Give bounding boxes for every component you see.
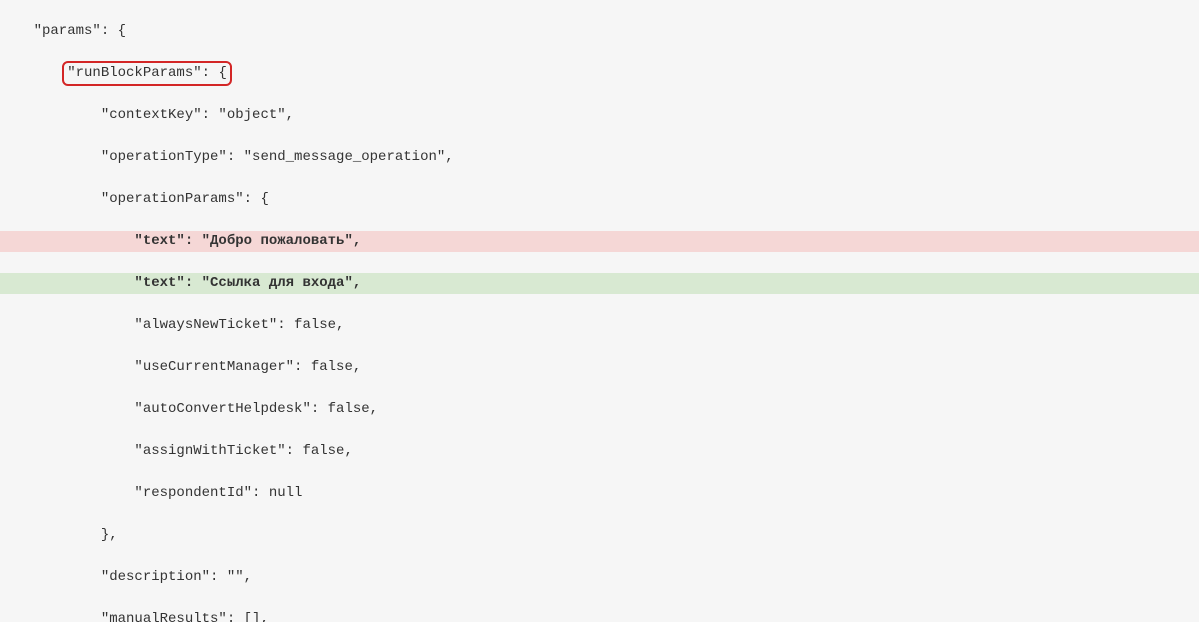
line-operationtype: "operationType": "send_message_operation… xyxy=(0,147,1199,168)
line-params: "params": { xyxy=(0,21,1199,42)
line-autoconverthelpdesk: "autoConvertHelpdesk": false, xyxy=(0,399,1199,420)
line-contextkey: "contextKey": "object", xyxy=(0,105,1199,126)
json-diff-code: "params": { "runBlockParams": { "context… xyxy=(0,0,1199,622)
line-text-added: "text": "Ссылка для входа", xyxy=(0,273,1199,294)
line-respondentid: "respondentId": null xyxy=(0,483,1199,504)
line-runblockparams: "runBlockParams": { xyxy=(0,63,1199,84)
line-manualresults: "manualResults": [], xyxy=(0,609,1199,622)
line-description: "description": "", xyxy=(0,567,1199,588)
line-close-opparams: }, xyxy=(0,525,1199,546)
highlight-runblockparams: "runBlockParams": { xyxy=(67,63,227,84)
line-text-deleted: "text": "Добро пожаловать", xyxy=(0,231,1199,252)
line-operationparams: "operationParams": { xyxy=(0,189,1199,210)
line-alwaysnewticket: "alwaysNewTicket": false, xyxy=(0,315,1199,336)
line-usecurrentmanager: "useCurrentManager": false, xyxy=(0,357,1199,378)
line-assignwithticket: "assignWithTicket": false, xyxy=(0,441,1199,462)
